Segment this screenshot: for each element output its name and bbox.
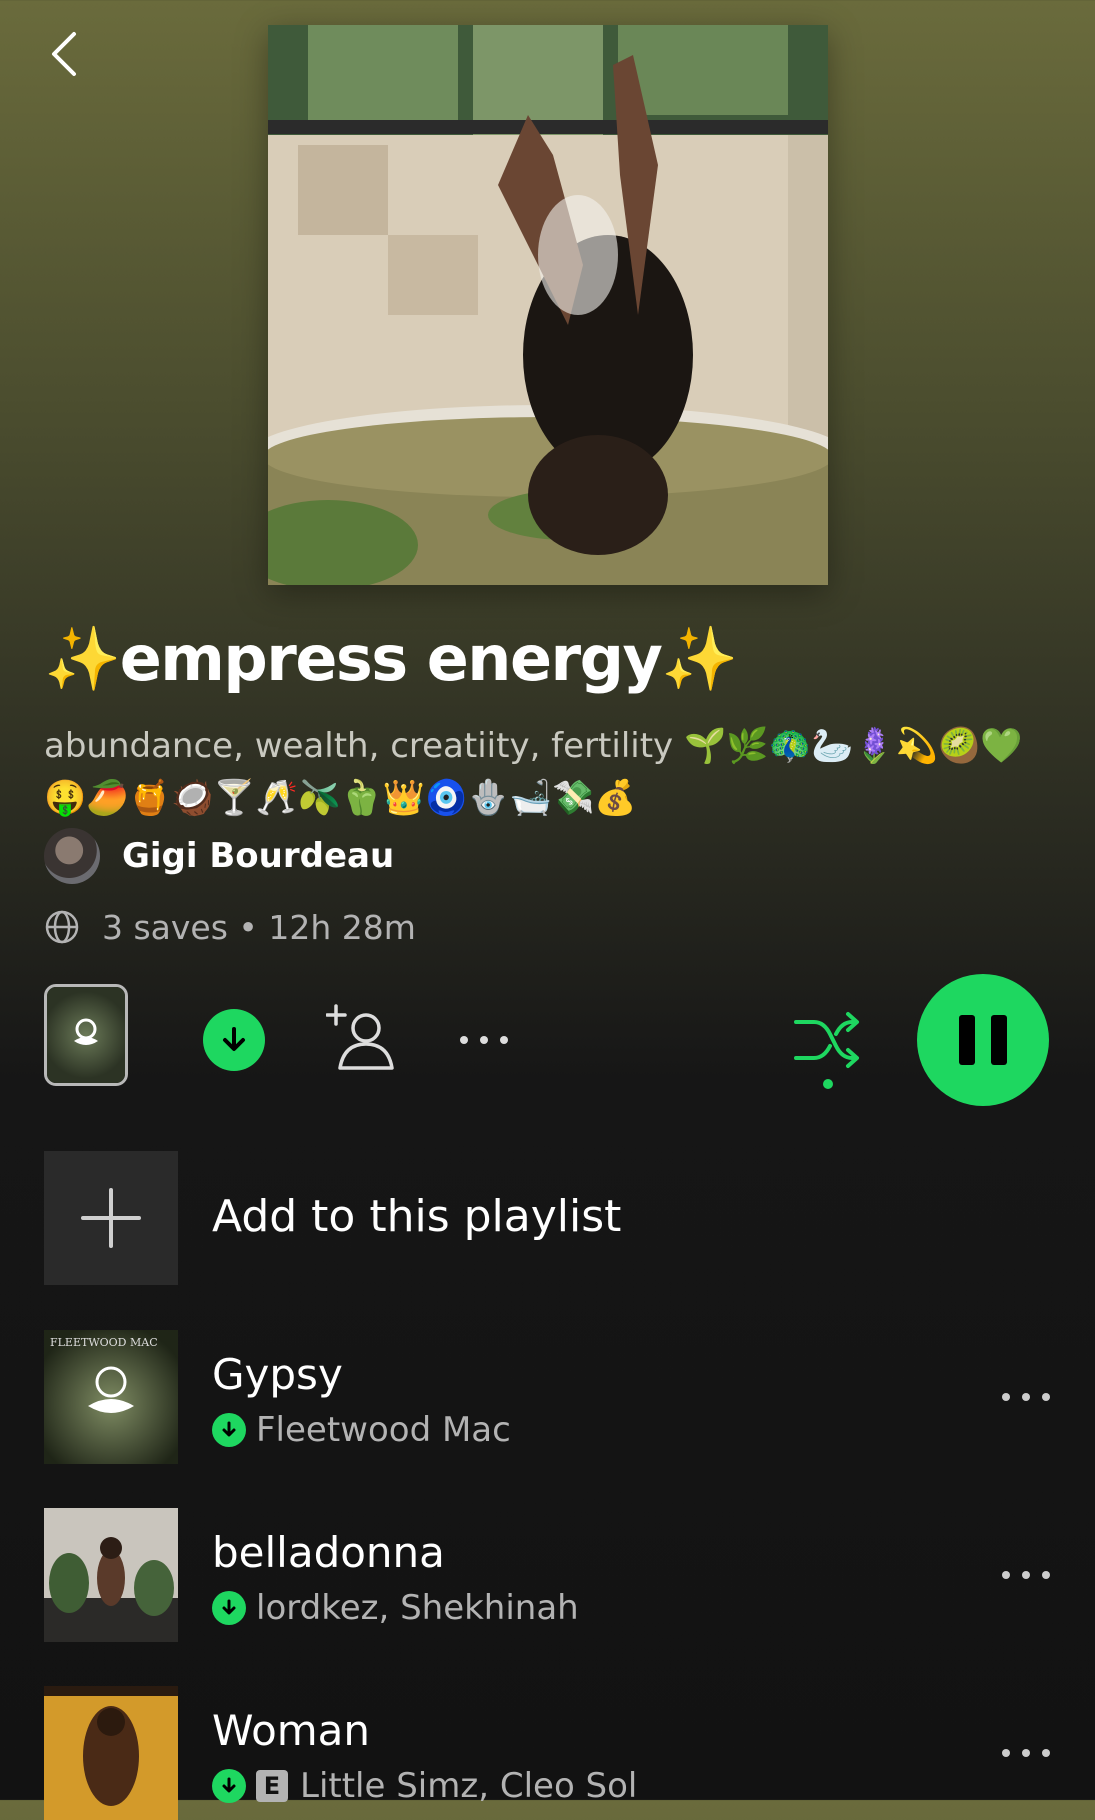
more-horizontal-icon [460,1036,508,1044]
playlist-description: abundance, wealth, creatiity, fertility … [44,726,1023,818]
downloaded-icon [212,1413,246,1447]
track-more-button[interactable] [998,1733,1054,1773]
album-art-text: FLEETWOOD MAC [50,1336,158,1349]
track-subtitle: Fleetwood Mac [212,1410,511,1450]
add-collaborator-button[interactable] [325,1002,398,1074]
sparkle-emoji-right: ✨ [661,622,738,695]
download-button[interactable] [203,1009,265,1071]
add-to-playlist-row[interactable]: Add to this playlist [44,1151,1054,1285]
track-artist: lordkez, Shekhinah [256,1588,579,1628]
plus-icon [81,1188,141,1248]
track-album-art: FLEETWOOD MAC [44,1330,178,1464]
playlist-title-text: empress energy [119,622,663,695]
track-more-button[interactable] [998,1555,1054,1595]
flower-emblem-icon [74,1018,98,1045]
owner-avatar [44,828,100,884]
track-title: belladonna [212,1528,445,1577]
add-to-playlist-label: Add to this playlist [212,1191,622,1242]
add-user-icon [325,1004,394,1070]
shuffle-button[interactable] [792,1008,862,1090]
chevron-left-icon [52,32,76,76]
track-subtitle: lordkez, Shekhinah [212,1588,579,1628]
more-horizontal-icon [1002,1393,1050,1401]
sparkle-emoji-left: ✨ [44,622,121,695]
track-album-art [44,1508,178,1642]
download-icon [223,1027,245,1051]
track-row[interactable]: belladonna lordkez, Shekhinah [44,1508,1054,1642]
track-subtitle: E Little Simz, Cleo Sol [212,1766,637,1806]
globe-icon [45,910,79,944]
track-artist: Fleetwood Mac [256,1410,511,1450]
playlist-owner[interactable]: Gigi Bourdeau [44,826,394,886]
back-button[interactable] [44,28,84,78]
pause-button[interactable] [917,974,1049,1106]
explicit-badge: E [256,1770,288,1802]
more-horizontal-icon [1002,1571,1050,1579]
mini-album-art [47,987,125,1083]
track-more-button[interactable] [998,1377,1054,1417]
shuffle-icon [794,1012,859,1089]
now-playing-thumbnail[interactable] [44,984,128,1086]
downloaded-icon [212,1591,246,1625]
more-horizontal-icon [1002,1749,1050,1757]
pause-icon [951,1015,1015,1065]
owner-name: Gigi Bourdeau [122,836,395,876]
downloaded-icon [212,1769,246,1803]
saves-and-duration: 3 saves • 12h 28m [102,907,416,947]
more-options-button[interactable] [454,1020,514,1060]
track-artist: Little Simz, Cleo Sol [300,1766,638,1806]
track-title: Gypsy [212,1350,343,1399]
track-row[interactable]: FLEETWOOD MAC Gypsy Fleetwood Mac [44,1330,1054,1464]
track-title: Woman [212,1706,371,1755]
add-tile [44,1151,178,1285]
playlist-cover-image [268,25,828,585]
playlist-meta: 3 saves • 12h 28m [44,902,416,952]
playlist-title: ✨empress energy✨ [44,622,739,696]
